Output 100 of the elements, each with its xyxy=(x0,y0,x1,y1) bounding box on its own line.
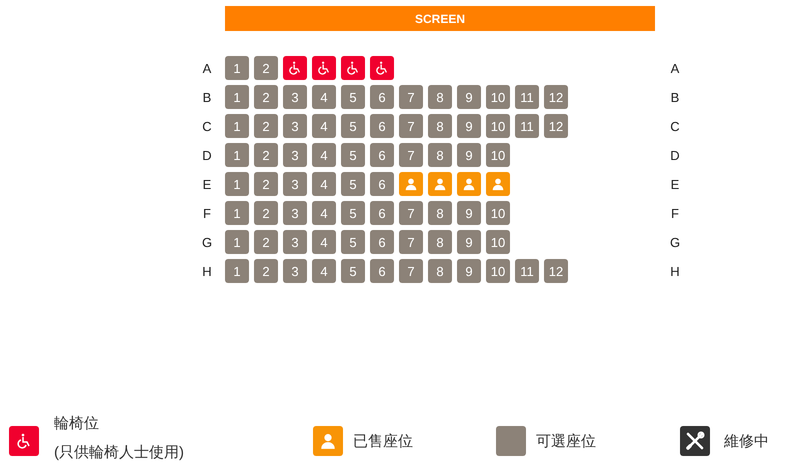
seat[interactable]: 2 xyxy=(254,114,278,138)
seat[interactable]: 4 xyxy=(312,143,336,167)
seat[interactable]: 9 xyxy=(457,201,481,225)
seat[interactable]: 1 xyxy=(225,143,249,167)
seat[interactable]: 5 xyxy=(341,201,365,225)
seat[interactable]: 6 xyxy=(370,230,394,254)
legend-label: 已售座位 xyxy=(353,432,413,450)
seat[interactable]: 12 xyxy=(544,114,568,138)
seat[interactable]: 9 xyxy=(457,230,481,254)
seat[interactable]: 11 xyxy=(515,259,539,283)
wheelchair-icon[interactable] xyxy=(370,56,394,80)
row-label: B xyxy=(670,90,680,104)
seat[interactable]: 3 xyxy=(283,201,307,225)
seat[interactable]: 9 xyxy=(457,259,481,283)
row-label: E xyxy=(202,176,212,192)
seat[interactable]: 9 xyxy=(457,85,481,109)
seat[interactable]: 3 xyxy=(283,85,307,109)
row-label: C xyxy=(201,118,213,134)
seat[interactable]: 11 xyxy=(515,85,539,109)
seat[interactable]: 5 xyxy=(341,230,365,254)
wheelchair-icon[interactable] xyxy=(312,56,336,80)
seat[interactable]: 6 xyxy=(370,85,394,109)
seat[interactable]: 1 xyxy=(225,230,249,254)
seat[interactable]: 3 xyxy=(283,230,307,254)
seat[interactable]: 4 xyxy=(312,172,336,196)
row-label: G xyxy=(668,234,682,250)
seat[interactable]: 4 xyxy=(312,230,336,254)
seat[interactable]: 12 xyxy=(544,85,568,109)
row-label: F xyxy=(670,206,680,220)
seat[interactable]: 7 xyxy=(399,114,423,138)
seat[interactable]: 5 xyxy=(341,85,365,109)
seat[interactable]: 7 xyxy=(399,201,423,225)
seat[interactable]: 6 xyxy=(370,172,394,196)
seat[interactable]: 3 xyxy=(283,172,307,196)
legend-label: 維修中 xyxy=(724,432,769,450)
seat[interactable]: 2 xyxy=(254,259,278,283)
seat[interactable]: 8 xyxy=(428,85,452,109)
seat[interactable]: 9 xyxy=(457,143,481,167)
seat[interactable]: 10 xyxy=(486,114,510,138)
seat[interactable]: 4 xyxy=(312,114,336,138)
wheelchair-icon[interactable] xyxy=(341,56,365,80)
legend-label: 可選座位 xyxy=(536,432,596,450)
wheelchair-icon[interactable] xyxy=(283,56,307,80)
seat[interactable]: 2 xyxy=(254,143,278,167)
seat[interactable]: 2 xyxy=(254,201,278,225)
seat[interactable]: 7 xyxy=(399,230,423,254)
row-label: A xyxy=(202,60,212,76)
seat[interactable]: 5 xyxy=(341,143,365,167)
seat[interactable]: 3 xyxy=(283,114,307,138)
seat[interactable]: 10 xyxy=(486,201,510,225)
row-label: G xyxy=(200,234,214,250)
row-label: A xyxy=(670,60,680,76)
seat[interactable]: 1 xyxy=(225,201,249,225)
row-label: E xyxy=(670,176,680,192)
row-label: D xyxy=(669,148,681,162)
seat[interactable]: 8 xyxy=(428,201,452,225)
seat[interactable]: 2 xyxy=(254,172,278,196)
seat[interactable]: 4 xyxy=(312,201,336,225)
seat[interactable]: 10 xyxy=(486,143,510,167)
seat[interactable]: 6 xyxy=(370,201,394,225)
seat[interactable]: 4 xyxy=(312,85,336,109)
seat[interactable]: 5 xyxy=(341,172,365,196)
seat[interactable]: 1 xyxy=(225,56,249,80)
legend-label: 輪椅位 xyxy=(54,414,100,433)
seat[interactable]: 8 xyxy=(428,143,452,167)
seat[interactable]: 2 xyxy=(254,56,278,80)
seat[interactable]: 6 xyxy=(370,114,394,138)
seat[interactable]: 2 xyxy=(254,85,278,109)
seat[interactable]: 2 xyxy=(254,230,278,254)
seat[interactable]: 7 xyxy=(399,143,423,167)
row-label: F xyxy=(202,206,212,220)
screen-bar: SCREEN xyxy=(225,6,655,31)
seat[interactable]: 6 xyxy=(370,259,394,283)
seat[interactable]: 8 xyxy=(428,230,452,254)
seat[interactable]: 5 xyxy=(341,114,365,138)
seat[interactable]: 3 xyxy=(283,259,307,283)
row-label: D xyxy=(201,148,213,162)
seat[interactable]: 4 xyxy=(312,259,336,283)
row-label: H xyxy=(669,264,681,278)
seat[interactable]: 3 xyxy=(283,143,307,167)
legend-note: (只供輪椅人士使用) xyxy=(54,443,184,462)
row-label: C xyxy=(669,118,681,134)
seat[interactable]: 1 xyxy=(225,259,249,283)
seat[interactable]: 11 xyxy=(515,114,539,138)
seat[interactable]: 10 xyxy=(486,230,510,254)
seat[interactable]: 10 xyxy=(486,85,510,109)
seat[interactable]: 1 xyxy=(225,114,249,138)
seat[interactable]: 8 xyxy=(428,114,452,138)
seat[interactable]: 7 xyxy=(399,85,423,109)
seat[interactable]: 12 xyxy=(544,259,568,283)
seat[interactable]: 7 xyxy=(399,259,423,283)
seat[interactable]: 1 xyxy=(225,172,249,196)
seat[interactable]: 1 xyxy=(225,85,249,109)
row-label: B xyxy=(202,90,212,104)
seat[interactable]: 6 xyxy=(370,143,394,167)
seat[interactable]: 5 xyxy=(341,259,365,283)
row-label: H xyxy=(201,264,213,278)
seat[interactable]: 10 xyxy=(486,259,510,283)
seat[interactable]: 8 xyxy=(428,259,452,283)
seat[interactable]: 9 xyxy=(457,114,481,138)
